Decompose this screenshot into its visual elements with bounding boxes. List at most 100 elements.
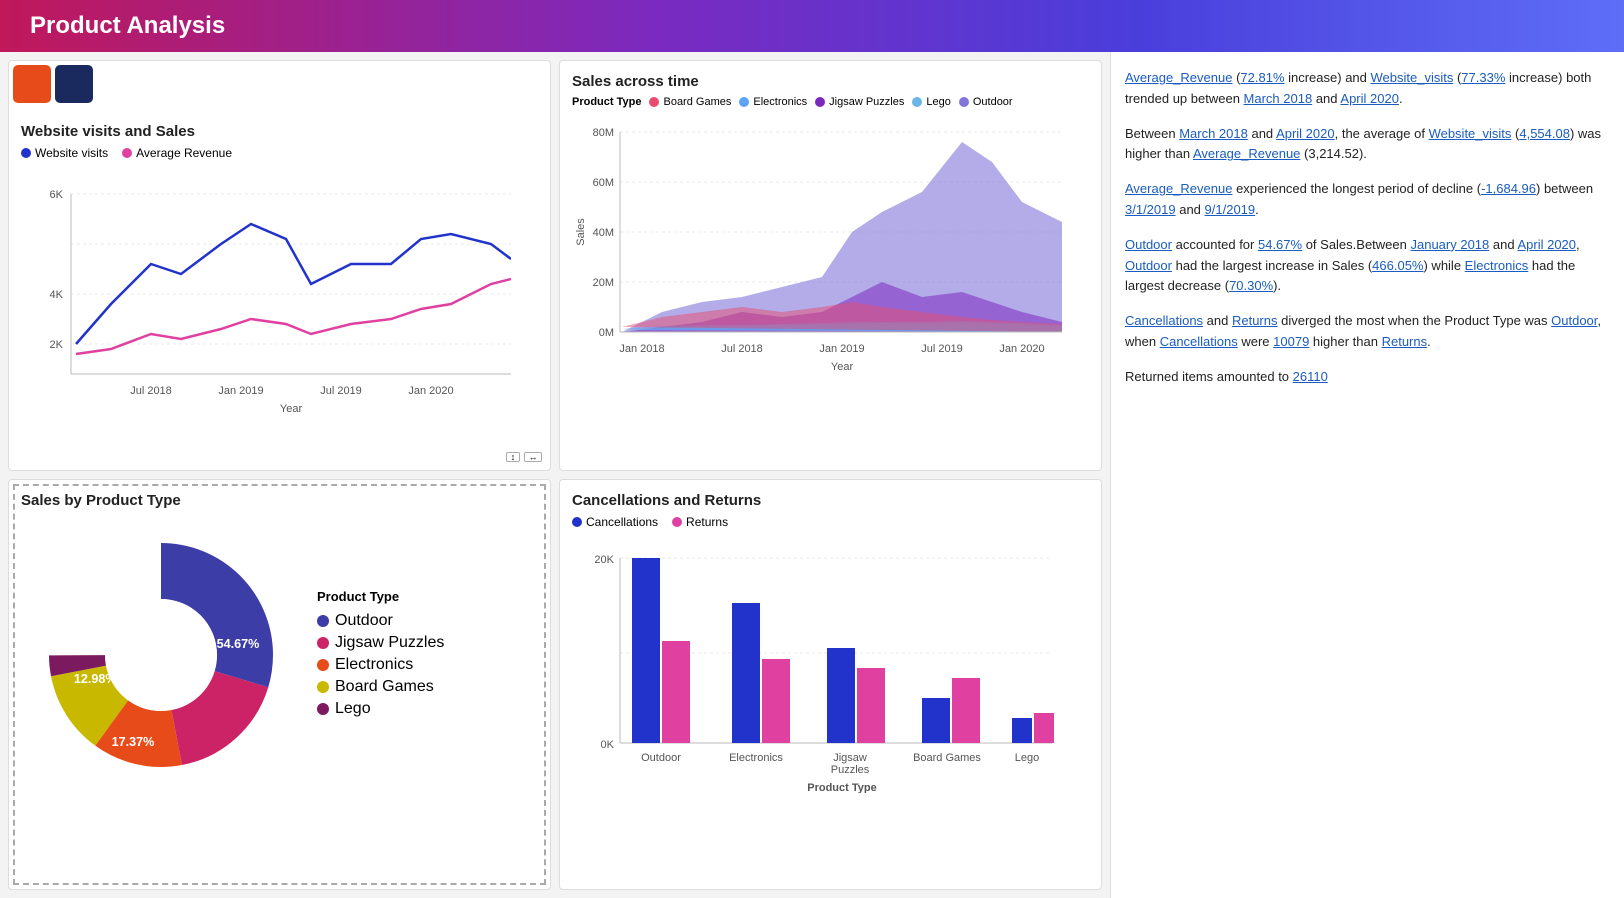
- svg-text:Puzzles: Puzzles: [831, 764, 870, 776]
- bar-outdoor-returns: [662, 641, 690, 743]
- legend-electronics: Electronics: [739, 96, 807, 108]
- sales-by-product-chart: Sales by Product Type: [8, 479, 551, 890]
- svg-text:Jan 2020: Jan 2020: [999, 343, 1044, 355]
- header: Product Analysis: [0, 0, 1624, 52]
- legend-jigsaw: Jigsaw Puzzles: [815, 96, 904, 108]
- link-returns-2[interactable]: Returns: [1382, 334, 1428, 349]
- bar-boardgames-returns: [952, 678, 980, 743]
- legend-lego: Lego: [912, 96, 950, 108]
- svg-text:Jul 2018: Jul 2018: [721, 343, 763, 355]
- link-7281[interactable]: 72.81%: [1240, 70, 1284, 85]
- sales-time-legend: Product Type Board Games Electronics Jig…: [572, 96, 1089, 108]
- link-cancellations-2[interactable]: Cancellations: [1160, 334, 1238, 349]
- website-visits-legend: Website visits Average Revenue: [21, 146, 538, 160]
- bar-jigsaw-returns: [857, 668, 885, 743]
- website-visits-svg: 6K 4K 2K Jul 2018 Jan 2019 Jul 2019 Jan …: [21, 164, 511, 414]
- sales-across-time-title: Sales across time: [572, 73, 1089, 90]
- insight-4: Outdoor accounted for 54.67% of Sales.Be…: [1125, 235, 1610, 297]
- svg-text:0K: 0K: [601, 739, 615, 751]
- bar-electronics-cancellations: [732, 603, 760, 743]
- svg-text:Product Type: Product Type: [807, 782, 876, 793]
- legend-item-website-visits: Website visits: [21, 146, 108, 160]
- insight-2: Between March 2018 and April 2020, the a…: [1125, 124, 1610, 166]
- link-9-1-2019[interactable]: 9/1/2019: [1205, 202, 1256, 217]
- svg-text:80M: 80M: [593, 127, 614, 139]
- charts-panel: Website visits and Sales Website visits …: [0, 52, 1110, 898]
- link-26110[interactable]: 26110: [1293, 369, 1328, 384]
- svg-text:Year: Year: [280, 403, 303, 414]
- header-title: Product Analysis: [30, 12, 225, 40]
- bar-boardgames-cancellations: [922, 698, 950, 743]
- insight-3: Average_Revenue experienced the longest …: [1125, 179, 1610, 221]
- link-website-visits-2[interactable]: Website_visits: [1429, 126, 1512, 141]
- svg-text:Board Games: Board Games: [913, 752, 981, 764]
- link-avg-revenue-1[interactable]: Average_Revenue: [1125, 70, 1232, 85]
- link-march2018-2[interactable]: March 2018: [1179, 126, 1248, 141]
- svg-text:Jan 2020: Jan 2020: [408, 385, 453, 397]
- link-april2020-3[interactable]: April 2020: [1517, 237, 1576, 252]
- svg-text:Jigsaw: Jigsaw: [833, 752, 867, 764]
- legend-label-website-visits: Website visits: [35, 146, 108, 160]
- link-decline[interactable]: -1,684.96: [1481, 181, 1536, 196]
- svg-text:Jul 2019: Jul 2019: [320, 385, 362, 397]
- product-type-heading: Product Type: [317, 589, 444, 604]
- donut-svg: 54.67% 17.37% 12.98% 11.96%: [21, 515, 301, 795]
- insights-panel: Average_Revenue (72.81% increase) and We…: [1110, 52, 1624, 898]
- bar-jigsaw-cancellations: [827, 648, 855, 743]
- insight-6: Returned items amounted to 26110: [1125, 367, 1610, 388]
- link-3-1-2019[interactable]: 3/1/2019: [1125, 202, 1176, 217]
- link-5467[interactable]: 54.67%: [1258, 237, 1302, 252]
- cancellations-title: Cancellations and Returns: [572, 492, 1089, 509]
- link-7733[interactable]: 77.33%: [1461, 70, 1505, 85]
- link-outdoor-2[interactable]: Outdoor: [1125, 258, 1172, 273]
- link-april2020-1[interactable]: April 2020: [1340, 91, 1399, 106]
- svg-text:Jan 2018: Jan 2018: [619, 343, 664, 355]
- link-website-visits-1[interactable]: Website_visits: [1371, 70, 1454, 85]
- bar-lego-returns: [1034, 713, 1054, 743]
- bar-lego-cancellations: [1012, 718, 1032, 743]
- legend-board-games-item: Board Games: [317, 678, 444, 696]
- link-outdoor-3[interactable]: Outdoor: [1551, 313, 1597, 328]
- svg-text:20K: 20K: [594, 554, 614, 566]
- cancellations-legend: Cancellations Returns: [572, 515, 1089, 529]
- legend-lego-item: Lego: [317, 700, 444, 718]
- link-outdoor-1[interactable]: Outdoor: [1125, 237, 1172, 252]
- link-april2020-2[interactable]: April 2020: [1276, 126, 1335, 141]
- insight-1: Average_Revenue (72.81% increase) and We…: [1125, 68, 1610, 110]
- bar-outdoor-cancellations: [632, 558, 660, 743]
- svg-text:Sales: Sales: [575, 218, 587, 246]
- link-7030[interactable]: 70.30%: [1229, 278, 1273, 293]
- board-games-pct-label: 11.96%: [112, 591, 154, 605]
- donut-container: 54.67% 17.37% 12.98% 11.96% Product Type…: [21, 515, 538, 795]
- svg-text:Outdoor: Outdoor: [641, 752, 681, 764]
- donut-legend: Product Type Outdoor Jigsaw Puzzles Elec…: [317, 589, 444, 722]
- outdoor-pct-label: 54.67%: [217, 637, 260, 651]
- logo-navy: [55, 65, 93, 103]
- link-cancellations-1[interactable]: Cancellations: [1125, 313, 1203, 328]
- website-visits-chart: Website visits and Sales Website visits …: [8, 60, 551, 471]
- resize-controls[interactable]: ↕ ↔: [506, 452, 542, 462]
- legend-jigsaw-item: Jigsaw Puzzles: [317, 634, 444, 652]
- link-electronics-1[interactable]: Electronics: [1465, 258, 1529, 273]
- link-avg-revenue-3[interactable]: Average_Revenue: [1125, 181, 1232, 196]
- svg-text:6K: 6K: [50, 189, 64, 201]
- link-avg-revenue-2[interactable]: Average_Revenue: [1193, 146, 1300, 161]
- sales-time-svg: 80M 60M 40M 20M 0M: [572, 112, 1062, 382]
- link-455408[interactable]: 4,554.08: [1519, 126, 1570, 141]
- sales-by-product-title: Sales by Product Type: [21, 492, 538, 509]
- svg-text:4K: 4K: [50, 289, 64, 301]
- legend-label-avg-revenue: Average Revenue: [136, 146, 232, 160]
- link-march2018[interactable]: March 2018: [1244, 91, 1313, 106]
- link-returns-1[interactable]: Returns: [1232, 313, 1278, 328]
- svg-text:Jan 2019: Jan 2019: [819, 343, 864, 355]
- link-46605[interactable]: 466.05%: [1372, 258, 1423, 273]
- website-visits-title: Website visits and Sales: [21, 123, 538, 140]
- legend-cancellations: Cancellations: [572, 515, 658, 529]
- bar-electronics-returns: [762, 659, 790, 743]
- link-jan2018[interactable]: January 2018: [1410, 237, 1489, 252]
- link-10079[interactable]: 10079: [1273, 334, 1309, 349]
- legend-electronics-item: Electronics: [317, 656, 444, 674]
- main-content: Website visits and Sales Website visits …: [0, 52, 1624, 898]
- svg-text:40M: 40M: [593, 227, 614, 239]
- sales-across-time-chart: Sales across time Product Type Board Gam…: [559, 60, 1102, 471]
